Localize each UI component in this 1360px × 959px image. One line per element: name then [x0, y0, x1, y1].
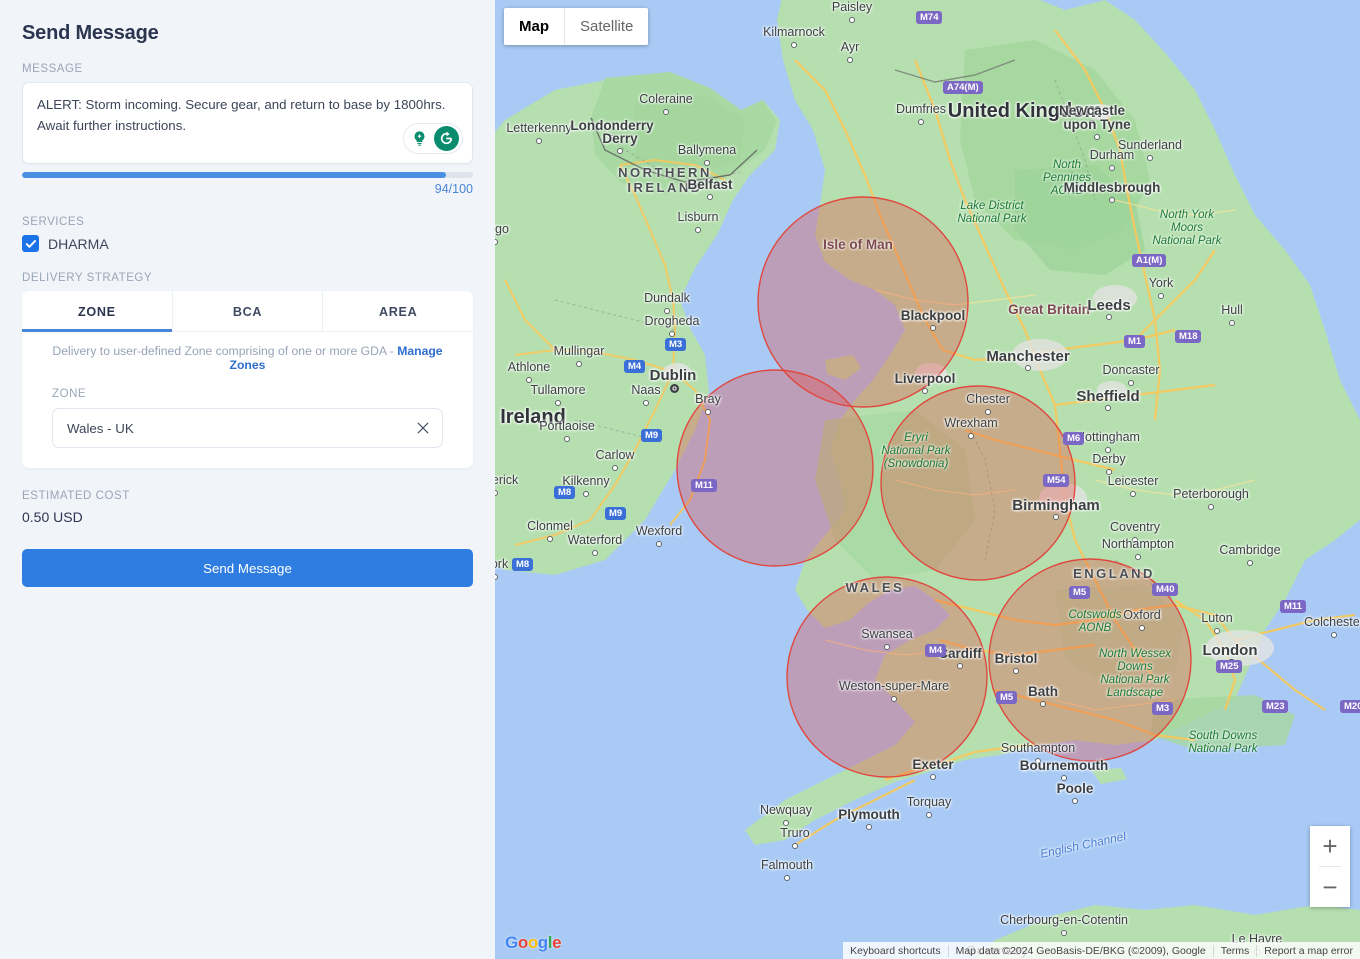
- logo-char-o2: o: [527, 933, 538, 952]
- map-canvas: [495, 0, 1360, 959]
- regenerate-icon[interactable]: [434, 126, 459, 151]
- zoom-control[interactable]: + −: [1310, 826, 1350, 907]
- map-data-text: Map data ©2024 GeoBasis-DE/BKG (©2009), …: [947, 944, 1213, 957]
- message-input[interactable]: [37, 94, 458, 150]
- service-checkbox-dharma[interactable]: DHARMA: [22, 235, 473, 252]
- terms-link[interactable]: Terms: [1212, 944, 1257, 957]
- tab-zone[interactable]: ZONE: [22, 291, 173, 332]
- delivery-strategy-label: DELIVERY STRATEGY: [22, 272, 153, 284]
- char-progress-fill: [22, 172, 446, 178]
- char-counter: 94/100: [434, 182, 473, 196]
- strategy-hint: Delivery to user-defined Zone comprising…: [38, 344, 457, 372]
- send-message-panel: Send Message MESSAGE ALERT: Storm incomi…: [0, 0, 495, 959]
- strategy-hint-text: Delivery to user-defined Zone comprising…: [52, 344, 398, 358]
- keyboard-shortcuts-link[interactable]: Keyboard shortcuts: [843, 945, 947, 957]
- message-box[interactable]: [22, 82, 473, 164]
- estimated-cost-section: ESTIMATED COST 0.50 USD: [22, 490, 473, 525]
- services-section: SERVICES DHARMA: [22, 216, 473, 252]
- map-attribution: Keyboard shortcuts Map data ©2024 GeoBas…: [843, 942, 1360, 959]
- map-view[interactable]: United Kingdom Ireland NORTHERN IRELAND WALE…: [495, 0, 1360, 959]
- google-logo: Google: [505, 933, 562, 953]
- checkmark-icon[interactable]: [22, 235, 39, 252]
- estimated-cost-value: 0.50 USD: [22, 509, 83, 525]
- page-title: Send Message: [22, 22, 159, 44]
- map-type-control[interactable]: Map Satellite: [504, 8, 649, 45]
- estimated-cost-label: ESTIMATED COST: [22, 490, 130, 502]
- close-icon[interactable]: [415, 420, 431, 436]
- message-actions: [403, 123, 463, 154]
- delivery-tabs: ZONE BCA AREA: [22, 291, 473, 332]
- delivery-strategy-section: DELIVERY STRATEGY ZONE BCA AREA Delivery…: [22, 272, 473, 468]
- lightbulb-icon[interactable]: [407, 126, 432, 151]
- message-label: MESSAGE: [22, 63, 83, 75]
- logo-char-e: e: [552, 933, 562, 952]
- tab-area[interactable]: AREA: [323, 291, 473, 331]
- map-type-map[interactable]: Map: [504, 8, 564, 45]
- app-root: Send Message MESSAGE ALERT: Storm incomi…: [0, 0, 1360, 959]
- zoom-in-button[interactable]: +: [1310, 826, 1350, 866]
- service-label: DHARMA: [48, 235, 109, 252]
- logo-char-g1: G: [505, 933, 518, 952]
- tab-bca[interactable]: BCA: [172, 291, 324, 331]
- report-map-error-link[interactable]: Report a map error: [1256, 944, 1360, 957]
- delivery-strategy-card: ZONE BCA AREA Delivery to user-defined Z…: [22, 291, 473, 468]
- zone-label: ZONE: [52, 388, 87, 400]
- delivery-tab-panel: Delivery to user-defined Zone comprising…: [22, 332, 473, 468]
- zone-select[interactable]: Wales - UK: [52, 408, 443, 448]
- logo-char-o1: o: [517, 933, 528, 952]
- char-progress-bar: [22, 172, 473, 178]
- zoom-out-button[interactable]: −: [1310, 867, 1350, 907]
- services-label: SERVICES: [22, 216, 85, 228]
- map-type-satellite[interactable]: Satellite: [564, 8, 649, 45]
- send-message-button[interactable]: Send Message: [22, 549, 473, 587]
- zone-value: Wales - UK: [67, 420, 134, 436]
- logo-char-g2: g: [537, 933, 548, 952]
